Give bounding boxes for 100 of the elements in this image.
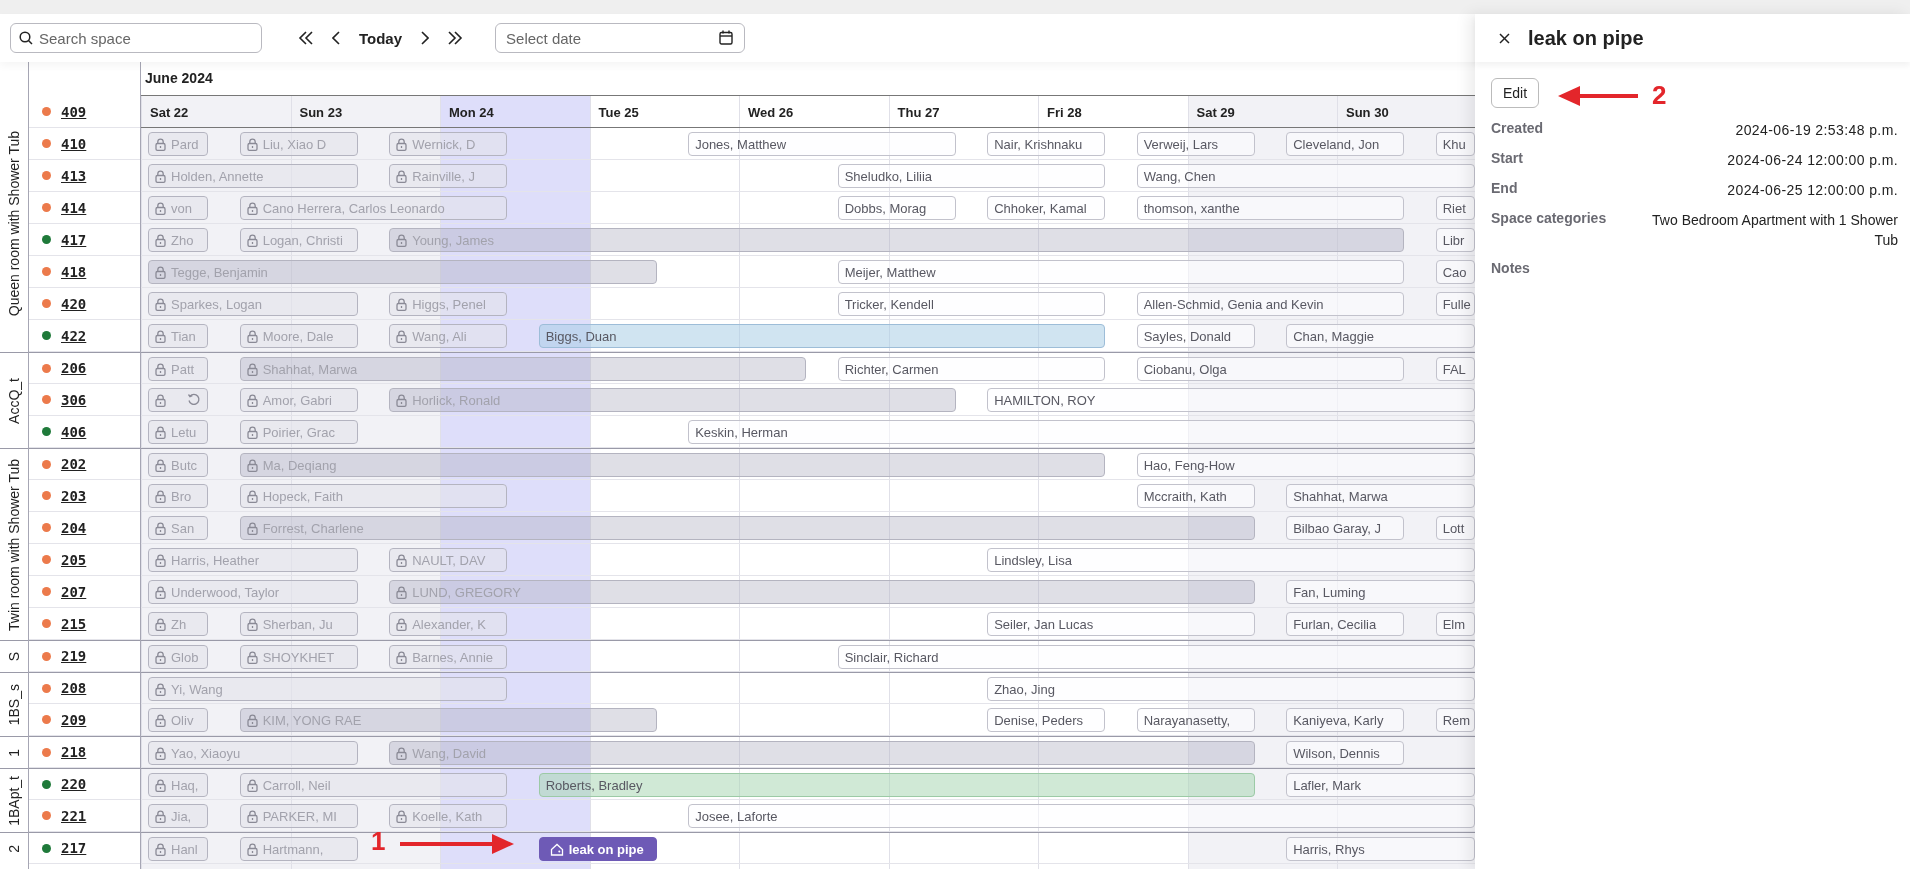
room-link[interactable]: 406 bbox=[61, 423, 87, 440]
room-link[interactable]: 209 bbox=[61, 711, 87, 728]
maintenance-bar[interactable]: leak on pipe bbox=[538, 837, 657, 861]
room-link[interactable]: 204 bbox=[61, 519, 87, 536]
detail-value: 2024-06-24 12:00:00 p.m. bbox=[1727, 151, 1898, 170]
search-field[interactable]: Search space bbox=[10, 23, 262, 53]
booking-bar[interactable]: Fan, Luming bbox=[1286, 580, 1475, 604]
room-link[interactable]: 221 bbox=[61, 807, 87, 824]
booking-bar[interactable]: Kaniyeva, Karly bbox=[1286, 708, 1405, 732]
booking-bar[interactable]: Lafler, Mark bbox=[1286, 773, 1475, 797]
day-header: Mon 24 bbox=[440, 96, 590, 127]
lock-icon bbox=[246, 362, 258, 376]
detail-label: Start bbox=[1491, 150, 1523, 168]
room-link[interactable]: 218 bbox=[61, 744, 87, 760]
room-link[interactable]: 203 bbox=[61, 487, 87, 504]
room-link[interactable]: 219 bbox=[61, 648, 87, 664]
booking-bar[interactable]: Allen-Schmid, Genia and Kevin bbox=[1136, 292, 1405, 316]
booking-bar[interactable] bbox=[148, 388, 209, 412]
room-link[interactable]: 207 bbox=[61, 583, 87, 600]
booking-bar[interactable]: Cao bbox=[1435, 260, 1475, 284]
lock-icon bbox=[396, 585, 408, 599]
booking-bar[interactable]: Nair, Krishnaku bbox=[987, 132, 1106, 156]
booking-bar[interactable]: Ciobanu, Olga bbox=[1136, 357, 1405, 381]
booking-bar[interactable]: Lott bbox=[1435, 516, 1475, 540]
edit-button[interactable]: Edit bbox=[1491, 78, 1540, 108]
lock-icon bbox=[155, 425, 166, 439]
booking-bar[interactable]: Sayles, Donald bbox=[1136, 324, 1255, 348]
booking-bar[interactable]: Meijer, Matthew bbox=[837, 260, 1405, 284]
room-link[interactable]: 410 bbox=[61, 135, 87, 152]
room-link[interactable]: 306 bbox=[61, 391, 87, 408]
booking-bar[interactable]: Harris, Rhys bbox=[1286, 837, 1475, 861]
booking-bar[interactable]: Jones, Matthew bbox=[688, 132, 956, 156]
booking-bar[interactable]: Cleveland, Jon bbox=[1286, 132, 1405, 156]
booking-bar[interactable]: Rem bbox=[1435, 708, 1475, 732]
booking-bar[interactable]: Seiler, Jan Lucas bbox=[987, 612, 1255, 636]
booking-bar[interactable]: Chhoker, Kamal bbox=[987, 196, 1106, 220]
room-link[interactable]: 202 bbox=[61, 456, 87, 472]
booking-bar[interactable]: Narayanasetty, bbox=[1136, 708, 1255, 732]
booking-bar[interactable]: Wilson, Dennis bbox=[1286, 741, 1405, 765]
booking-bar[interactable]: thomson, xanthe bbox=[1136, 196, 1405, 220]
lock-icon bbox=[155, 393, 166, 407]
lock-icon bbox=[155, 809, 166, 823]
booking-bar[interactable]: Dobbs, Morag bbox=[837, 196, 956, 220]
room-link[interactable]: 413 bbox=[61, 167, 87, 184]
day-header: Sat 22 bbox=[141, 96, 291, 127]
lock-icon bbox=[155, 458, 166, 472]
detail-label: Notes bbox=[1491, 260, 1530, 276]
lock-icon bbox=[246, 329, 258, 343]
booking-bar[interactable]: Sinclair, Richard bbox=[837, 645, 1475, 669]
booking-bar[interactable]: Richter, Carmen bbox=[837, 357, 1106, 381]
room-link[interactable]: 215 bbox=[61, 615, 87, 632]
lock-icon bbox=[246, 713, 258, 727]
booking-bar[interactable]: Chan, Maggie bbox=[1286, 324, 1475, 348]
booking-bar[interactable]: Tricker, Kendell bbox=[837, 292, 1106, 316]
booking-bar[interactable]: Roberts, Bradley bbox=[538, 773, 1255, 797]
booking-bar[interactable]: Riet bbox=[1435, 196, 1475, 220]
booking-bar[interactable]: Josee, Laforte bbox=[688, 804, 1475, 828]
booking-bar[interactable]: Sheludko, Liliia bbox=[837, 164, 1106, 188]
booking-bar[interactable]: Hao, Feng-How bbox=[1136, 453, 1475, 477]
room-link[interactable]: 418 bbox=[61, 263, 87, 280]
booking-bar[interactable]: FAL bbox=[1435, 357, 1475, 381]
booking-bar[interactable]: Elm bbox=[1435, 612, 1475, 636]
booking-bar[interactable]: Keskin, Herman bbox=[688, 420, 1475, 444]
day-header: Sun 23 bbox=[290, 96, 440, 127]
room-link[interactable]: 208 bbox=[61, 680, 87, 696]
lock-icon bbox=[155, 650, 166, 664]
date-field[interactable]: Select date bbox=[495, 23, 746, 53]
lock-icon bbox=[155, 233, 166, 247]
room-link[interactable]: 414 bbox=[61, 199, 87, 216]
booking-bar[interactable]: Shahhat, Marwa bbox=[1286, 484, 1475, 508]
booking-bar[interactable]: Furlan, Cecilia bbox=[1286, 612, 1405, 636]
booking-bar[interactable]: Fulle bbox=[1435, 292, 1475, 316]
booking-bar[interactable]: Lindsley, Lisa bbox=[987, 548, 1475, 572]
lock-icon bbox=[246, 458, 258, 472]
lock-icon bbox=[396, 617, 408, 631]
booking-bar[interactable]: Libr bbox=[1435, 228, 1475, 252]
room-link[interactable]: 217 bbox=[61, 840, 87, 856]
booking-bar[interactable]: Khu bbox=[1435, 132, 1475, 156]
room-link[interactable]: 206 bbox=[61, 360, 87, 376]
booking-bar[interactable]: HAMILTON, ROY bbox=[987, 388, 1475, 412]
lock-icon bbox=[155, 137, 166, 151]
booking-bar[interactable]: Zhao, Jing bbox=[987, 677, 1475, 701]
room-link[interactable]: 422 bbox=[61, 327, 87, 344]
room-link[interactable]: 409 bbox=[61, 103, 87, 120]
booking-bar[interactable]: Wang, Chen bbox=[1136, 164, 1475, 188]
booking-bar[interactable]: Biggs, Duan bbox=[538, 324, 1106, 348]
booking-bar[interactable]: Denise, Peders bbox=[987, 708, 1106, 732]
room-link[interactable]: 417 bbox=[61, 231, 87, 248]
booking-bar[interactable]: Mccraith, Kath bbox=[1136, 484, 1255, 508]
room-link[interactable]: 205 bbox=[61, 551, 87, 568]
lock-icon bbox=[155, 585, 166, 599]
booking-bar[interactable]: Verweij, Lars bbox=[1136, 132, 1255, 156]
today-button[interactable]: Today bbox=[353, 25, 409, 51]
detail-value: 2024-06-25 12:00:00 p.m. bbox=[1727, 181, 1898, 200]
group-label: S bbox=[6, 651, 22, 662]
annotation-number: 2 bbox=[1652, 80, 1667, 111]
room-link[interactable]: 420 bbox=[61, 295, 87, 312]
detail-label: Created bbox=[1491, 120, 1544, 138]
booking-bar[interactable]: Bilbao Garay, J bbox=[1286, 516, 1405, 540]
room-link[interactable]: 220 bbox=[61, 776, 87, 792]
